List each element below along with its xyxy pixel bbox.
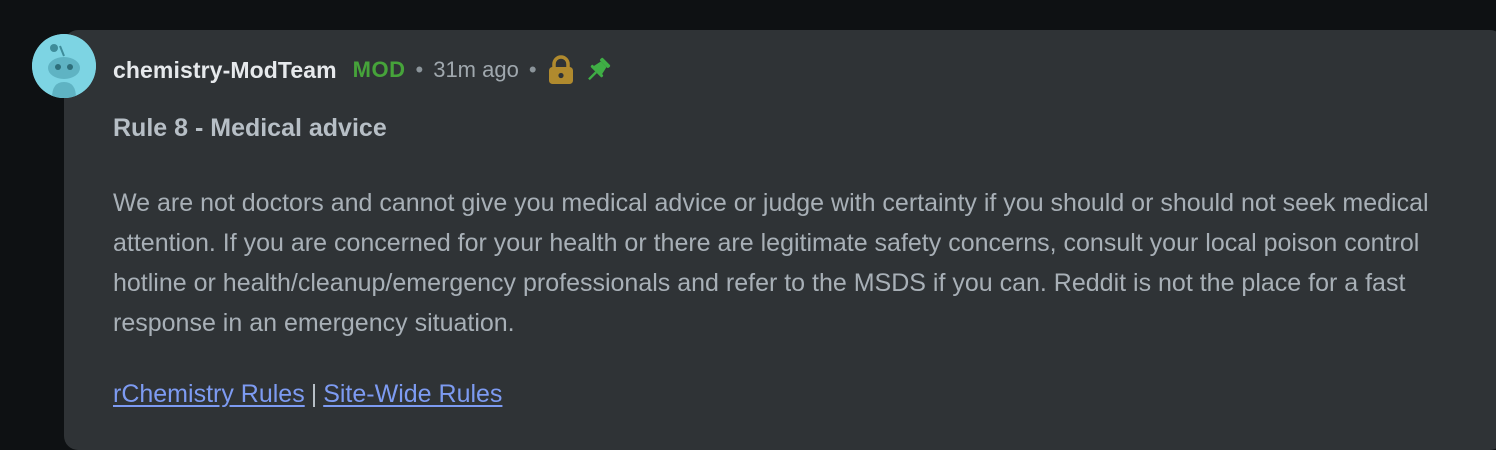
link-separator: | [310,380,318,408]
lock-icon [547,55,575,85]
pin-icon [583,55,613,85]
separator-dot: • [528,57,537,82]
comment-header: chemistry-ModTeam MOD • 31m ago • [113,52,621,88]
site-wide-rules-link[interactable]: Site-Wide Rules [323,380,502,408]
separator-dot: • [415,57,424,82]
mod-badge: MOD [352,57,406,82]
snoo-avatar-icon [32,34,96,98]
comment-body: We are not doctors and cannot give you m… [113,189,1429,337]
author-username[interactable]: chemistry-ModTeam [113,57,337,84]
rchemistry-rules-link[interactable]: rChemistry Rules [113,380,305,408]
rule-title: Rule 8 - Medical advice [113,114,387,142]
timestamp[interactable]: 31m ago [433,57,519,83]
rule-links: rChemistry Rules | Site-Wide Rules [113,374,502,414]
avatar[interactable] [32,34,96,98]
